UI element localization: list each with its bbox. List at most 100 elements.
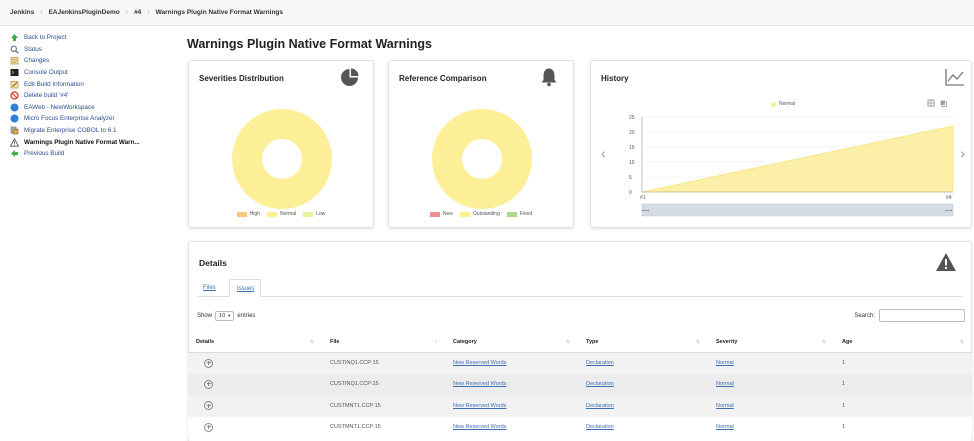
sidebar-item-changes[interactable]: Changes [10, 55, 175, 67]
legend-label: Fixed [519, 211, 533, 217]
arrow-left-icon [10, 149, 19, 158]
column-header-type[interactable]: Type ⇅ [578, 333, 708, 353]
x-tick-label: #1 [640, 195, 646, 201]
slider-right-handle[interactable]: ⟺ [945, 208, 952, 214]
category-link[interactable]: New Reserved Words [453, 424, 506, 430]
history-next-arrow[interactable]: › [960, 145, 965, 161]
entries-select[interactable]: 10 ▾ [215, 311, 235, 321]
sidebar: Back to Project Status Changes Console O… [10, 32, 175, 160]
breadcrumb-separator: › [125, 9, 129, 16]
column-header-age[interactable]: Age ⇅ [834, 333, 972, 353]
warning-icon [935, 252, 957, 274]
type-link[interactable]: Declaration [586, 403, 614, 409]
sidebar-item-migrate-cobol[interactable]: Migrate Enterprise COBOL to 6.1 [10, 125, 175, 137]
tab-issues-label: Issues [237, 286, 255, 292]
history-chart: 25 20 15 10 5 0 #1 #4 ⟺ ⟺ [629, 115, 954, 217]
severity-link[interactable]: Normal [716, 403, 734, 409]
history-legend[interactable]: Normal [771, 101, 795, 107]
type-link[interactable]: Declaration [586, 381, 614, 387]
severities-donut [232, 109, 332, 209]
reference-card: Reference Comparison New Outstanding Fix… [388, 60, 574, 228]
column-header-category[interactable]: Category ⇅ [445, 333, 578, 353]
legend-item-normal[interactable]: Normal [266, 211, 296, 217]
toolbox-data-view-icon[interactable] [927, 99, 935, 109]
category-cell: New Reserved Words [445, 352, 578, 374]
age-cell: 1 [834, 352, 972, 374]
globe-icon [10, 103, 19, 112]
slider-left-handle[interactable]: ⟺ [642, 208, 649, 214]
sort-icon: ⇅ [309, 339, 314, 345]
arrow-up-icon [10, 33, 19, 42]
severity-link[interactable]: Normal [716, 360, 734, 366]
legend-swatch [429, 211, 440, 217]
legend-item-outstanding[interactable]: Outstanding [459, 211, 500, 217]
severity-cell: Normal [708, 373, 834, 395]
notepad-icon [10, 56, 19, 65]
legend-item-new[interactable]: New [429, 211, 453, 217]
search-input[interactable] [879, 309, 965, 322]
search-label: Search: [854, 312, 875, 319]
reference-title: Reference Comparison [399, 74, 487, 83]
sidebar-item-previous-build[interactable]: Previous Build [10, 148, 175, 160]
type-link[interactable]: Declaration [586, 360, 614, 366]
category-cell: New Reserved Words [445, 416, 578, 438]
sidebar-item-status[interactable]: Status [10, 44, 175, 56]
toolbox-restore-icon[interactable] [939, 99, 947, 109]
category-link[interactable]: New Reserved Words [453, 403, 506, 409]
details-cell [188, 352, 322, 374]
history-normal-area [641, 125, 954, 193]
legend-item-high[interactable]: High [236, 211, 260, 217]
sidebar-item-enterprise-analyzer[interactable]: Micro Focus Enterprise Analyzer [10, 113, 175, 125]
tab-files[interactable]: Files [203, 285, 216, 291]
age-cell: 1 [834, 416, 972, 438]
breadcrumb-item-jenkins[interactable]: Jenkins [10, 9, 34, 16]
sidebar-item-label: Migrate Enterprise COBOL to 6.1 [24, 127, 117, 135]
column-header-details[interactable]: Details ⇅ [188, 333, 322, 353]
breadcrumb-separator: › [147, 9, 150, 16]
column-header-file[interactable]: File ↑ [322, 333, 445, 353]
y-tick-label: 0 [629, 190, 632, 196]
column-header-label: File [330, 339, 340, 346]
sidebar-item-edit-build-information[interactable]: Edit Build Information [10, 78, 175, 90]
expand-row-icon[interactable] [204, 401, 213, 411]
age-cell: 1 [834, 395, 972, 417]
sidebar-item-eaweb-newworkspace[interactable]: EAWeb - NewWorkspace [10, 102, 175, 114]
sidebar-item-back-to-project[interactable]: Back to Project [10, 32, 175, 44]
category-link[interactable]: New Reserved Words [453, 360, 506, 366]
category-link[interactable]: New Reserved Words [453, 381, 506, 387]
expand-row-icon[interactable] [204, 379, 213, 389]
entries-label: entries [237, 313, 256, 319]
severity-link[interactable]: Normal [716, 424, 734, 430]
details-cell [188, 395, 322, 417]
sidebar-item-label: Warnings Plugin Native Format Warn... [24, 138, 140, 146]
breadcrumb-item-project[interactable]: EAJenkinsPluginDemo [49, 9, 120, 16]
column-header-label: Category [453, 339, 477, 346]
breadcrumb-separator: › [40, 9, 43, 16]
sort-icon: ⇅ [959, 339, 964, 345]
expand-row-icon[interactable] [204, 358, 213, 368]
history-zoom-slider[interactable] [641, 203, 954, 217]
expand-row-icon[interactable] [204, 422, 213, 432]
severities-donut-normal-slice [232, 109, 332, 209]
history-title: History [601, 74, 629, 83]
breadcrumb-item-current[interactable]: Warnings Plugin Native Format Warnings [156, 9, 283, 16]
legend-item-low[interactable]: Low [303, 211, 325, 217]
tab-issues[interactable]: Issues [229, 279, 261, 297]
table-header-row: Details ⇅ File ↑ Category ⇅ Type ⇅ Severity ⇅… [188, 333, 972, 353]
history-prev-arrow[interactable]: ‹ [601, 145, 606, 161]
sidebar-item-label: Micro Focus Enterprise Analyzer [24, 115, 115, 123]
legend-swatch [506, 211, 517, 217]
file-cell: CUSTMNT1.CCP:15 [322, 416, 445, 438]
reference-donut-outstanding-slice [432, 109, 532, 209]
breadcrumb-item-build[interactable]: #4 [134, 9, 141, 16]
sidebar-item-warnings-plugin[interactable]: Warnings Plugin Native Format Warn... [10, 136, 175, 148]
sidebar-item-console-output[interactable]: Console Output [10, 67, 175, 79]
column-header-label: Age [842, 339, 853, 346]
type-link[interactable]: Declaration [586, 424, 614, 430]
sidebar-item-label: Back to Project [24, 34, 67, 42]
severity-link[interactable]: Normal [716, 381, 734, 387]
file-cell: CUSTMNT1.CCP:15 [322, 395, 445, 417]
column-header-severity[interactable]: Severity ⇅ [708, 333, 834, 353]
sidebar-item-delete-build[interactable]: Delete build '#4' [10, 90, 175, 102]
legend-item-fixed[interactable]: Fixed [506, 211, 533, 217]
